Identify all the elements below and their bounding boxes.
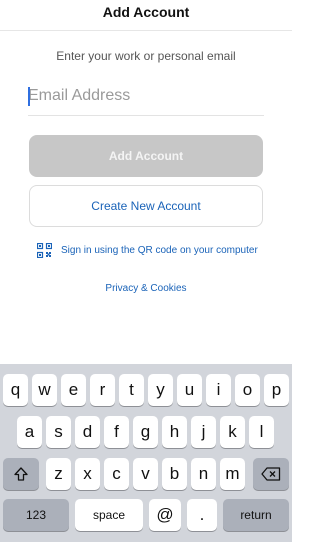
qr-sign-in-label: Sign in using the QR code on your comput… xyxy=(61,245,258,256)
key-j[interactable]: j xyxy=(191,416,216,448)
dot-key[interactable]: . xyxy=(187,499,217,531)
key-f[interactable]: f xyxy=(104,416,129,448)
backspace-icon xyxy=(261,467,281,481)
add-account-button[interactable]: Add Account xyxy=(29,135,263,177)
privacy-cookies-link[interactable]: Privacy & Cookies xyxy=(0,283,292,294)
at-key[interactable]: @ xyxy=(149,499,181,531)
add-account-button-label: Add Account xyxy=(108,149,184,163)
return-key[interactable]: return xyxy=(223,499,289,531)
key-k[interactable]: k xyxy=(220,416,245,448)
key-n[interactable]: n xyxy=(191,458,216,490)
qr-sign-in-link[interactable]: Sign in using the QR code on your comput… xyxy=(37,243,258,258)
key-g[interactable]: g xyxy=(133,416,158,448)
key-r[interactable]: r xyxy=(90,374,115,406)
key-h[interactable]: h xyxy=(162,416,187,448)
key-x[interactable]: x xyxy=(75,458,100,490)
email-field[interactable] xyxy=(28,83,264,109)
key-m[interactable]: m xyxy=(220,458,245,490)
email-field-container xyxy=(28,83,264,116)
create-new-account-button-label: Create New Account xyxy=(91,199,201,213)
email-instructions: Enter your work or personal email xyxy=(56,49,236,63)
key-c[interactable]: c xyxy=(104,458,129,490)
shift-key[interactable] xyxy=(3,458,39,490)
backspace-key[interactable] xyxy=(253,458,289,490)
key-y[interactable]: y xyxy=(148,374,173,406)
key-s[interactable]: s xyxy=(46,416,71,448)
key-l[interactable]: l xyxy=(249,416,274,448)
key-b[interactable]: b xyxy=(162,458,187,490)
key-z[interactable]: z xyxy=(46,458,71,490)
key-p[interactable]: p xyxy=(264,374,289,406)
key-a[interactable]: a xyxy=(17,416,42,448)
key-t[interactable]: t xyxy=(119,374,144,406)
top-bar: Add Account xyxy=(0,0,292,31)
text-caret xyxy=(28,87,30,106)
key-w[interactable]: w xyxy=(32,374,57,406)
key-q[interactable]: q xyxy=(3,374,28,406)
key-e[interactable]: e xyxy=(61,374,86,406)
page-title: Add Account xyxy=(102,4,190,20)
on-screen-keyboard: q w e r t y u i o p a s d f g h j k l z … xyxy=(0,364,292,542)
numbers-key[interactable]: 123 xyxy=(3,499,69,531)
create-new-account-button[interactable]: Create New Account xyxy=(29,185,263,227)
qr-code-icon xyxy=(37,243,52,258)
key-i[interactable]: i xyxy=(206,374,231,406)
key-d[interactable]: d xyxy=(75,416,100,448)
space-key[interactable]: space xyxy=(75,499,143,531)
key-o[interactable]: o xyxy=(235,374,260,406)
shift-icon xyxy=(14,467,28,481)
key-u[interactable]: u xyxy=(177,374,202,406)
key-v[interactable]: v xyxy=(133,458,158,490)
